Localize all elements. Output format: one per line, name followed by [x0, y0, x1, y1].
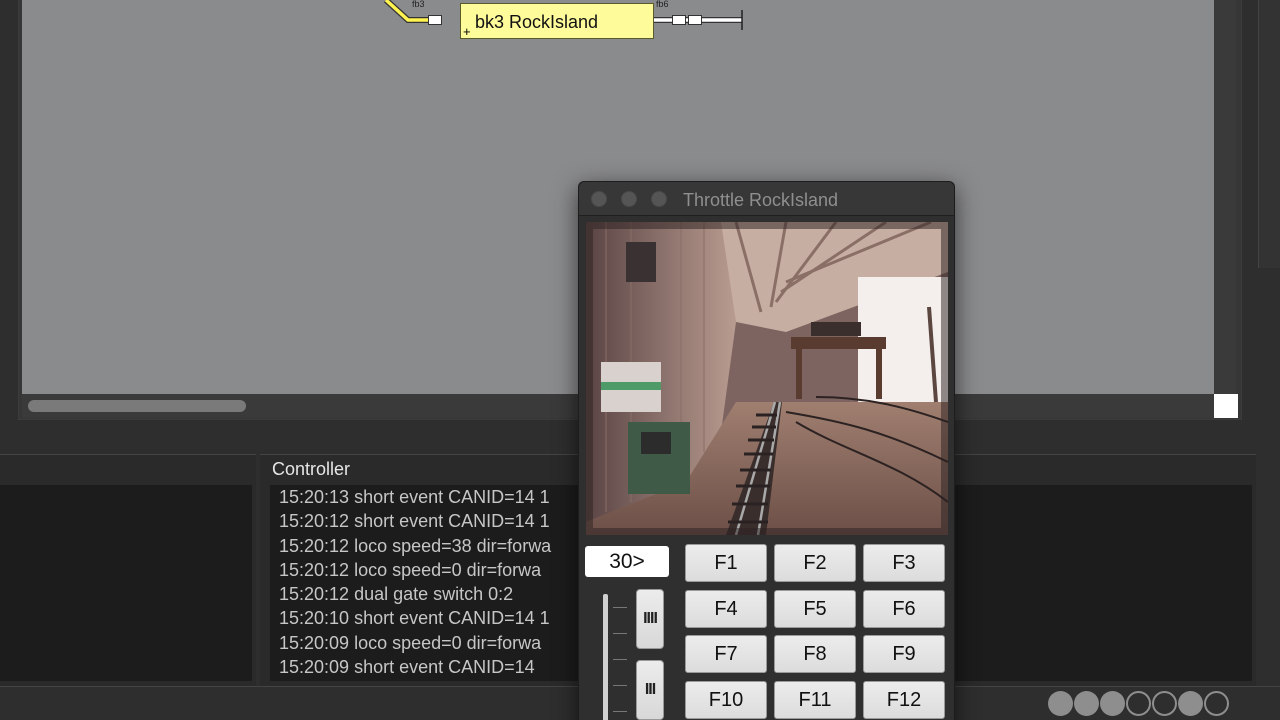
- lower-left-list: [0, 485, 252, 681]
- function-button-f12[interactable]: F12: [863, 680, 945, 719]
- close-icon[interactable]: [591, 191, 607, 207]
- side-panel-strip: [1258, 0, 1280, 268]
- function-button-f10[interactable]: F10: [685, 680, 767, 719]
- function-button-f7[interactable]: F7: [685, 635, 767, 673]
- throttle-title: Throttle RockIsland: [683, 190, 839, 210]
- function-button-f2[interactable]: F2: [774, 544, 856, 582]
- lower-left-panel: [0, 454, 256, 686]
- app-window: fb3 + bk3 RockIsland fb6 Controller 15:2…: [0, 0, 1280, 720]
- feedback-sensor-right-2[interactable]: [688, 15, 702, 25]
- minimize-icon[interactable]: [621, 191, 637, 207]
- direction-reverse-button[interactable]: III: [636, 660, 664, 720]
- status-led-2: [1074, 691, 1099, 716]
- plan-vertical-scrollbar[interactable]: [1214, 0, 1236, 394]
- status-led-5: [1152, 691, 1177, 716]
- status-led-4: [1126, 691, 1151, 716]
- throttle-titlebar[interactable]: Throttle RockIsland: [579, 182, 954, 216]
- status-led-7: [1204, 691, 1229, 716]
- direction-forward-button[interactable]: IIII: [636, 589, 664, 649]
- plan-scroll-thumb[interactable]: [28, 400, 246, 412]
- speed-slider[interactable]: [603, 594, 608, 720]
- block-label: bk3 RockIsland: [475, 12, 599, 32]
- function-button-f5[interactable]: F5: [774, 589, 856, 628]
- feedback-label-left: fb3: [412, 0, 425, 9]
- slider-tick: [613, 685, 627, 686]
- slider-tick: [613, 711, 627, 712]
- function-button-f1[interactable]: F1: [685, 544, 767, 582]
- status-led-6: [1178, 691, 1203, 716]
- slider-tick: [613, 633, 627, 634]
- block-bk3[interactable]: + bk3 RockIsland: [460, 3, 654, 39]
- speed-display[interactable]: 30>: [585, 546, 669, 577]
- function-button-f4[interactable]: F4: [685, 589, 767, 628]
- slider-tick: [613, 659, 627, 660]
- controller-title: Controller: [272, 459, 351, 479]
- loco-camera-image: [586, 222, 948, 535]
- status-leds: [1048, 691, 1229, 716]
- slider-tick: [613, 607, 627, 608]
- throttle-window: Throttle RockIsland 30> IIII III F1 F2 F…: [578, 181, 955, 720]
- function-button-f3[interactable]: F3: [863, 544, 945, 582]
- feedback-sensor-right[interactable]: [672, 15, 686, 25]
- block-marker: +: [463, 24, 471, 39]
- zoom-icon[interactable]: [651, 191, 667, 207]
- status-led-1: [1048, 691, 1073, 716]
- function-button-f6[interactable]: F6: [863, 589, 945, 628]
- feedback-sensor-left[interactable]: [428, 15, 442, 25]
- status-led-3: [1100, 691, 1125, 716]
- function-button-f11[interactable]: F11: [774, 680, 856, 719]
- function-button-f8[interactable]: F8: [774, 635, 856, 673]
- function-button-f9[interactable]: F9: [863, 635, 945, 673]
- feedback-label-right: fb6: [656, 0, 669, 9]
- scroll-corner: [1214, 394, 1238, 418]
